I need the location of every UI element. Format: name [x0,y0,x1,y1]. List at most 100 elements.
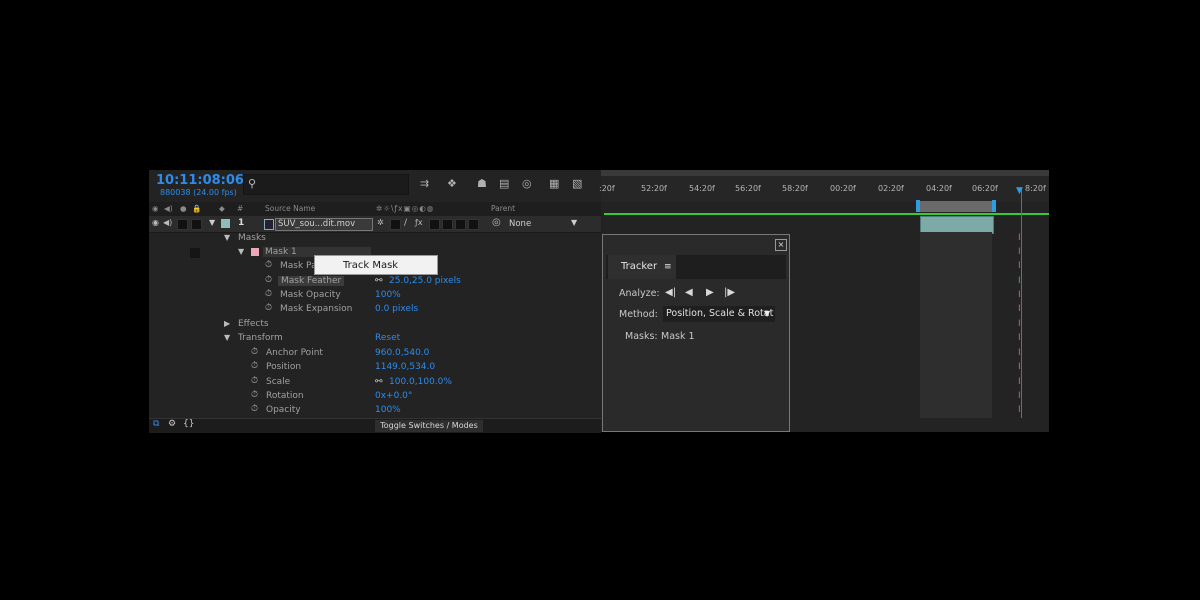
collapse-switch[interactable] [390,219,401,230]
keyframe-icon[interactable]: I [1018,391,1021,401]
eye-toggle-icon[interactable]: ◉ [152,218,159,227]
work-area-bar[interactable] [920,201,992,212]
anchor-point-row[interactable]: ⏱ Anchor Point 960.0,540.0 [149,347,601,361]
stopwatch-icon[interactable]: ⏱ [265,289,272,299]
time-tick: 00:20f [830,184,856,193]
layer-name[interactable]: SUV_sou...dit.mov [275,218,373,231]
analyze-backward-button[interactable]: ◀ [685,287,693,298]
layer-switches-icon[interactable]: ⧉ [153,419,159,429]
3d-switch[interactable] [468,219,479,230]
audio-toggle-icon[interactable]: ◀) [163,218,172,227]
close-icon[interactable]: × [775,239,787,251]
rotation-value[interactable]: 0x+0.0° [375,391,412,401]
mask-expansion-value[interactable]: 0.0 pixels [375,304,418,314]
link-icon[interactable]: ⚯ [375,276,383,286]
frame-blend-switch[interactable] [429,219,440,230]
mask-opacity-row[interactable]: ⏱ Mask Opacity 100% [149,289,601,303]
keyframe-icon[interactable]: I [1018,261,1021,271]
keyframe-icon[interactable]: I [1018,247,1021,257]
search-input[interactable]: ⚲ [243,174,409,195]
toggle-switches-modes-button[interactable]: Toggle Switches / Modes [375,420,483,432]
stopwatch-icon[interactable]: ⏱ [251,390,258,400]
shy-switch-icon[interactable]: ✲ [377,218,384,227]
layer-label-color[interactable] [221,219,230,228]
analyze-forward-one-frame-button[interactable]: |▶ [724,287,735,298]
transform-expand-icon[interactable]: ▼ [224,333,230,342]
draft-3d-icon[interactable]: ❖ [447,177,457,190]
keyframe-icon[interactable]: I [1018,304,1021,314]
keyframe-icon[interactable]: I [1018,233,1021,243]
keyframe-icon[interactable]: I [1018,333,1021,343]
opacity-value[interactable]: 100% [375,405,401,415]
frame-blending-icon[interactable]: ▤ [499,177,509,190]
analyze-forward-button[interactable]: ▶ [706,287,714,298]
shy-layers-icon[interactable]: ☗ [477,177,487,190]
pickwhip-icon[interactable]: ◎ [492,217,501,228]
scale-value[interactable]: 100.0,100.0% [389,377,452,387]
keyframe-icon[interactable]: I [1018,290,1021,300]
stopwatch-icon[interactable]: ⏱ [251,361,258,371]
effects-group-row[interactable]: ▶ Effects [149,318,601,332]
mask-feather-value[interactable]: 25.0,25.0 pixels [389,276,461,286]
stopwatch-icon[interactable]: ⏱ [265,260,272,270]
transfer-controls-icon[interactable]: ⚙ [168,419,176,429]
track-mask-menu-item[interactable]: Track Mask [314,255,438,275]
mask1-expand-icon[interactable]: ▼ [238,247,244,256]
anchor-point-value[interactable]: 960.0,540.0 [375,348,429,358]
keyframe-icon[interactable]: I [1018,405,1021,415]
stopwatch-icon[interactable]: ⏱ [251,376,258,386]
comp-flowchart-icon[interactable]: ⇉ [420,177,429,190]
keyframe-icon[interactable]: I [1018,276,1021,286]
effects-expand-icon[interactable]: ▶ [224,319,230,328]
work-area-end-handle[interactable] [992,200,996,212]
position-value[interactable]: 1149.0,534.0 [375,362,435,372]
mask-feather-row[interactable]: ⏱ Mask Feather ⚯ 25.0,25.0 pixels [149,275,601,289]
motion-blur-icon[interactable]: ◎ [522,177,532,190]
current-time-indicator[interactable] [1021,188,1022,418]
motion-blur-switch[interactable] [442,219,453,230]
opacity-row[interactable]: ⏱ Opacity 100% [149,404,601,418]
layer-expand-icon[interactable]: ▼ [209,218,215,227]
link-icon[interactable]: ⚯ [375,377,383,387]
cti-head-icon[interactable]: ▼ [1016,186,1023,196]
graph-editor-icon[interactable]: ▦ [549,177,559,190]
transform-group-row[interactable]: ▼ Transform Reset [149,332,601,346]
mask-expansion-row[interactable]: ⏱ Mask Expansion 0.0 pixels [149,303,601,317]
rotation-row[interactable]: ⏱ Rotation 0x+0.0° [149,390,601,404]
layer-row[interactable]: ◉ ◀) ▼ 1 SUV_sou...dit.mov ✲ / ƒx ◎ None… [149,216,601,233]
mask-opacity-value[interactable]: 100% [375,290,401,300]
keyframe-icon[interactable]: I [1018,377,1021,387]
lock-toggle[interactable] [191,219,202,230]
in-out-icon[interactable]: {} [183,419,194,429]
analyze-back-one-frame-button[interactable]: ◀| [665,287,676,298]
keyframe-icon[interactable]: I [1018,319,1021,329]
effects-switch-icon[interactable]: ƒx [415,218,423,227]
mask-color-swatch[interactable] [251,248,259,256]
stopwatch-icon[interactable]: ⏱ [265,275,272,285]
adjustment-switch[interactable] [455,219,466,230]
column-source-name[interactable]: Source Name [265,204,315,213]
chevron-down-icon[interactable]: ▼ [571,218,577,227]
panel-menu-icon[interactable]: ≡ [664,255,672,279]
work-area-start-handle[interactable] [916,200,920,212]
chart-icon[interactable]: ▧ [572,177,582,190]
quality-switch-icon[interactable]: / [404,218,407,228]
masks-expand-icon[interactable]: ▼ [224,233,230,242]
time-ruler[interactable]: :20f 52:20f 54:20f 56:20f 58:20f 00:20f … [599,176,1049,202]
keyframe-icon[interactable]: I [1018,362,1021,372]
cache-indicator-bar [604,213,1049,215]
stopwatch-icon[interactable]: ⏱ [251,404,258,414]
tab-tracker[interactable]: Tracker ≡ [608,255,676,279]
stopwatch-icon[interactable]: ⏱ [265,303,272,313]
transform-reset-link[interactable]: Reset [375,333,400,343]
method-value: Position, Scale & Rotat [666,308,774,319]
current-timecode[interactable]: 10:11:08:06 [156,173,244,188]
solo-toggle[interactable] [177,219,188,230]
parent-dropdown[interactable]: None [509,219,531,229]
scale-row[interactable]: ⏱ Scale ⚯ 100.0,100.0% [149,376,601,390]
keyframe-icon[interactable]: I [1018,348,1021,358]
method-dropdown[interactable]: Position, Scale & Rotat ▼ [663,306,775,322]
stopwatch-icon[interactable]: ⏱ [251,347,258,357]
masks-group-row[interactable]: ▼ Masks [149,232,601,246]
position-row[interactable]: ⏱ Position 1149.0,534.0 [149,361,601,375]
